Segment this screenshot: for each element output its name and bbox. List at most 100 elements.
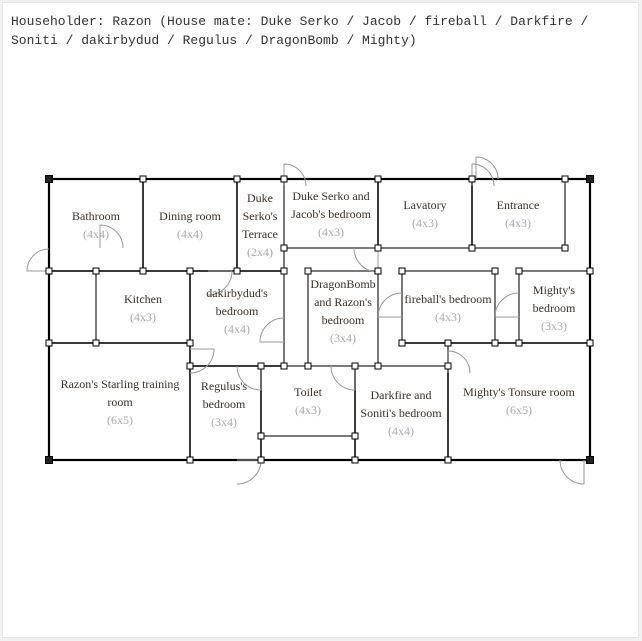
room-size: (3x3) [541,319,567,333]
room-size: (4x3) [130,310,156,324]
wall-node[interactable] [186,339,194,347]
wall-node[interactable] [398,267,406,275]
wall-node[interactable] [186,362,194,370]
wall-node[interactable] [444,456,452,464]
wall-node[interactable] [351,432,359,440]
room-size: (4x3) [295,403,321,417]
room-name: and Razon's [314,295,372,309]
door-swing-icon [475,156,499,180]
wall-node[interactable] [45,267,53,275]
wall-node[interactable] [351,456,359,464]
wall-node[interactable] [139,175,147,183]
room-name: Jacob's bedroom [291,207,371,221]
room-name: Serko's [243,209,278,223]
wall-node[interactable] [139,267,147,275]
room-duke-serko-jacob-bedroom[interactable]: Duke Serko and Jacob's bedroom (4x3) [291,189,371,239]
door-swing-icon [283,163,307,187]
wall-node[interactable] [491,267,499,275]
wall-node[interactable] [374,175,382,183]
room-size: (6x5) [107,413,133,427]
wall-node[interactable] [233,267,241,275]
room-size: (4x3) [412,216,438,230]
wall-node[interactable] [257,362,265,370]
wall-node[interactable] [468,244,476,252]
wall-node[interactable] [515,267,523,275]
room-size: (6x5) [506,403,532,417]
door-swing-icon [330,365,356,391]
room-regulus-bedroom[interactable]: Regulus's bedroom (3x4) [201,379,247,429]
wall-node[interactable] [444,362,452,370]
wall-node[interactable] [491,339,499,347]
room-name: bedroom [216,304,259,318]
wall-node[interactable] [374,267,382,275]
wall-node[interactable] [280,175,288,183]
room-fireball-bedroom[interactable]: fireball's bedroom (4x3) [404,292,492,324]
room-dakirbydud-bedroom[interactable]: dakirbydud's bedroom (4x4) [206,286,268,336]
wall-node[interactable] [92,267,100,275]
room-size: (2x4) [247,245,273,259]
room-name: DragonBomb [310,277,375,291]
wall-node[interactable] [304,267,312,275]
room-duke-serko-terrace[interactable]: Duke Serko's Terrace (2x4) [242,191,278,259]
wall-node[interactable] [398,339,406,347]
door-swing-icon [494,292,520,318]
room-mighty-bedroom[interactable]: Mighty's bedroom (3x3) [533,283,576,333]
room-name: Terrace [242,227,278,241]
room-name: Soniti's bedroom [360,406,442,420]
wall-node[interactable] [444,339,452,347]
room-name: Razon's Starling training [61,377,180,391]
wall-node[interactable] [304,362,312,370]
wall-node[interactable] [374,244,382,252]
wall-node[interactable] [257,432,265,440]
wall-node[interactable] [586,456,594,464]
room-size: (4x4) [83,227,109,241]
wall-node[interactable] [468,175,476,183]
room-razon-starling-training-room[interactable]: Razon's Starling training room (6x5) [61,377,180,427]
wall-node[interactable] [45,339,53,347]
wall-node[interactable] [586,339,594,347]
wall-node[interactable] [186,267,194,275]
wall-node[interactable] [586,267,594,275]
room-kitchen[interactable]: Kitchen (4x3) [124,292,162,324]
room-entrance[interactable]: Entrance (4x3) [497,198,540,230]
room-bathroom[interactable]: Bathroom (4x4) [72,209,121,241]
wall-node[interactable] [45,456,53,464]
room-toilet[interactable]: Toilet (4x3) [294,385,322,417]
room-mighty-tonsure-room[interactable]: Mighty's Tonsure room (6x5) [463,385,575,417]
room-lavatory[interactable]: Lavatory (4x3) [403,198,446,230]
room-size: (3x4) [330,331,356,345]
room-name: dakirbydud's [206,286,268,300]
wall-node[interactable] [515,339,523,347]
wall-node[interactable] [257,456,265,464]
room-name: Dining room [159,209,221,223]
wall-node[interactable] [374,362,382,370]
door-swing-icon [447,350,471,374]
wall-node[interactable] [45,175,53,183]
room-size: (4x4) [177,227,203,241]
room-name: Lavatory [403,198,446,212]
room-size: (4x4) [388,424,414,438]
room-size: (4x3) [318,225,344,239]
wall-node[interactable] [561,244,569,252]
wall-node[interactable] [280,362,288,370]
room-name: Bathroom [72,209,121,223]
door-swing-icon [189,348,215,374]
wall-node[interactable] [561,175,569,183]
wall-node[interactable] [280,244,288,252]
room-dining-room[interactable]: Dining room (4x4) [159,209,221,241]
room-name: Toilet [294,385,322,399]
wall-node[interactable] [586,175,594,183]
wall-node[interactable] [280,267,288,275]
door-swing-icon [353,247,379,273]
room-name: Entrance [497,198,540,212]
wall-node[interactable] [351,362,359,370]
room-dragonbomb-razon-bedroom[interactable]: DragonBomb and Razon's bedroom (3x4) [310,277,375,345]
door-swing-icon [559,459,585,485]
room-size: (4x3) [435,310,461,324]
wall-node[interactable] [186,456,194,464]
floor-plan: Bathroom (4x4) Dining room (4x4) Duke Serko's… [26,156,594,485]
room-darkfire-soniti-bedroom[interactable]: Darkfire and Soniti's bedroom (4x4) [360,388,442,438]
wall-node[interactable] [92,339,100,347]
room-name: bedroom [203,397,246,411]
wall-node[interactable] [233,175,241,183]
